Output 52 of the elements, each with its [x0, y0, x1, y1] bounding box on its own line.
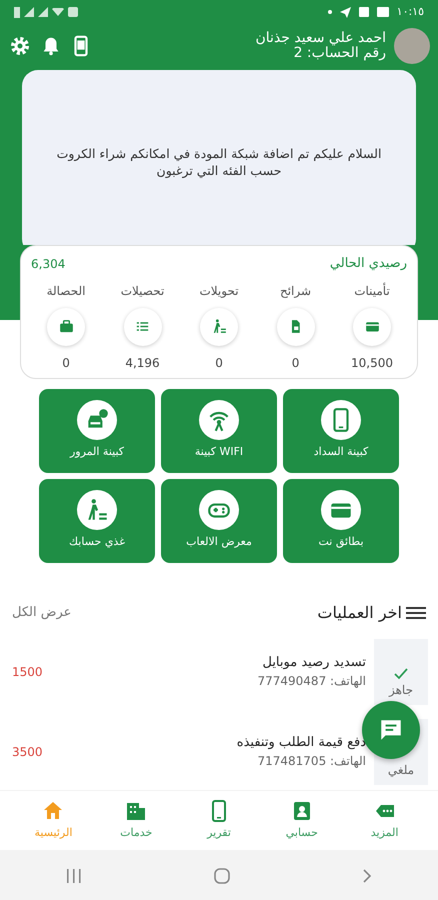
balance-value: 6,304 — [31, 256, 66, 273]
stat-button[interactable] — [200, 308, 238, 346]
stat-label: تأمينات — [354, 282, 390, 300]
section-title: اخر العمليات — [317, 602, 402, 624]
service-tile[interactable]: معرض الالعاب — [161, 478, 277, 562]
stat-value: 4,196 — [125, 354, 160, 372]
transaction-amount: 3500 — [12, 744, 43, 760]
stat-label: تحويلات — [199, 282, 239, 300]
user-name: احمد علي سعيد جذنان — [256, 30, 386, 46]
stat-label: الحصالة — [46, 282, 86, 300]
stat-value: 0 — [62, 354, 70, 372]
stat-value: 0 — [292, 354, 300, 372]
transaction-title: تسديد رصيد موبايل — [261, 654, 366, 672]
nav-tab[interactable]: تقرير — [189, 799, 250, 842]
transaction-phone: الهاتف: 777490487 — [257, 673, 366, 690]
transaction-title: دفع قيمة الطلب وتنفيذه — [236, 734, 366, 752]
send-icon — [340, 6, 351, 18]
menu-icon — [406, 604, 426, 620]
check-icon — [393, 666, 409, 680]
service-tile[interactable]: WIFI كبينة — [161, 388, 277, 472]
transaction-amount: 1500 — [12, 664, 43, 680]
status-time: ١٠:١٥ — [396, 4, 424, 20]
nav-tab[interactable]: المزيد — [354, 799, 415, 842]
service-tile[interactable]: كبينة المرور — [39, 388, 155, 472]
back-icon — [361, 868, 373, 884]
nav-tab[interactable]: خدمات — [106, 799, 166, 842]
dot-icon — [328, 10, 332, 14]
stat-label: تحصيلات — [120, 282, 164, 300]
service-tile[interactable]: بطائق نت — [283, 478, 399, 562]
notice-text: السلام عليكم تم اضافة شبكة المودة في امكانكم شراء الكروت حسب الفئه التي ترغبون — [56, 146, 382, 180]
service-tile[interactable]: كبينة السداد — [283, 388, 399, 472]
status-text: ملغي — [388, 762, 414, 778]
nav-tab[interactable]: حسابي — [272, 799, 332, 842]
service-tile[interactable]: غذي حسابك — [39, 478, 155, 562]
stat-value: 10,500 — [351, 354, 393, 372]
view-all-link[interactable]: عرض الكل — [12, 602, 72, 622]
settings-icon[interactable] — [8, 34, 32, 58]
stat-value: 0 — [215, 354, 223, 372]
stat-button[interactable] — [276, 308, 314, 346]
home-icon — [213, 866, 231, 885]
recent-apps-icon — [65, 868, 83, 884]
transaction-phone: الهاتف: 717481705 — [256, 753, 366, 770]
stat-label: شرائح — [280, 282, 312, 300]
stat-button[interactable] — [47, 308, 85, 346]
battery-icon — [14, 6, 20, 18]
balance-label: رصيدي الحالي — [330, 255, 407, 273]
briefcase-icon — [58, 318, 74, 335]
status-text: جاهز — [388, 682, 414, 698]
account-number: رقم الحساب: 2 — [292, 46, 386, 62]
stat-button[interactable] — [353, 308, 391, 346]
nav-tab[interactable]: الرئيسية — [23, 799, 84, 842]
wifi-icon — [52, 8, 64, 16]
